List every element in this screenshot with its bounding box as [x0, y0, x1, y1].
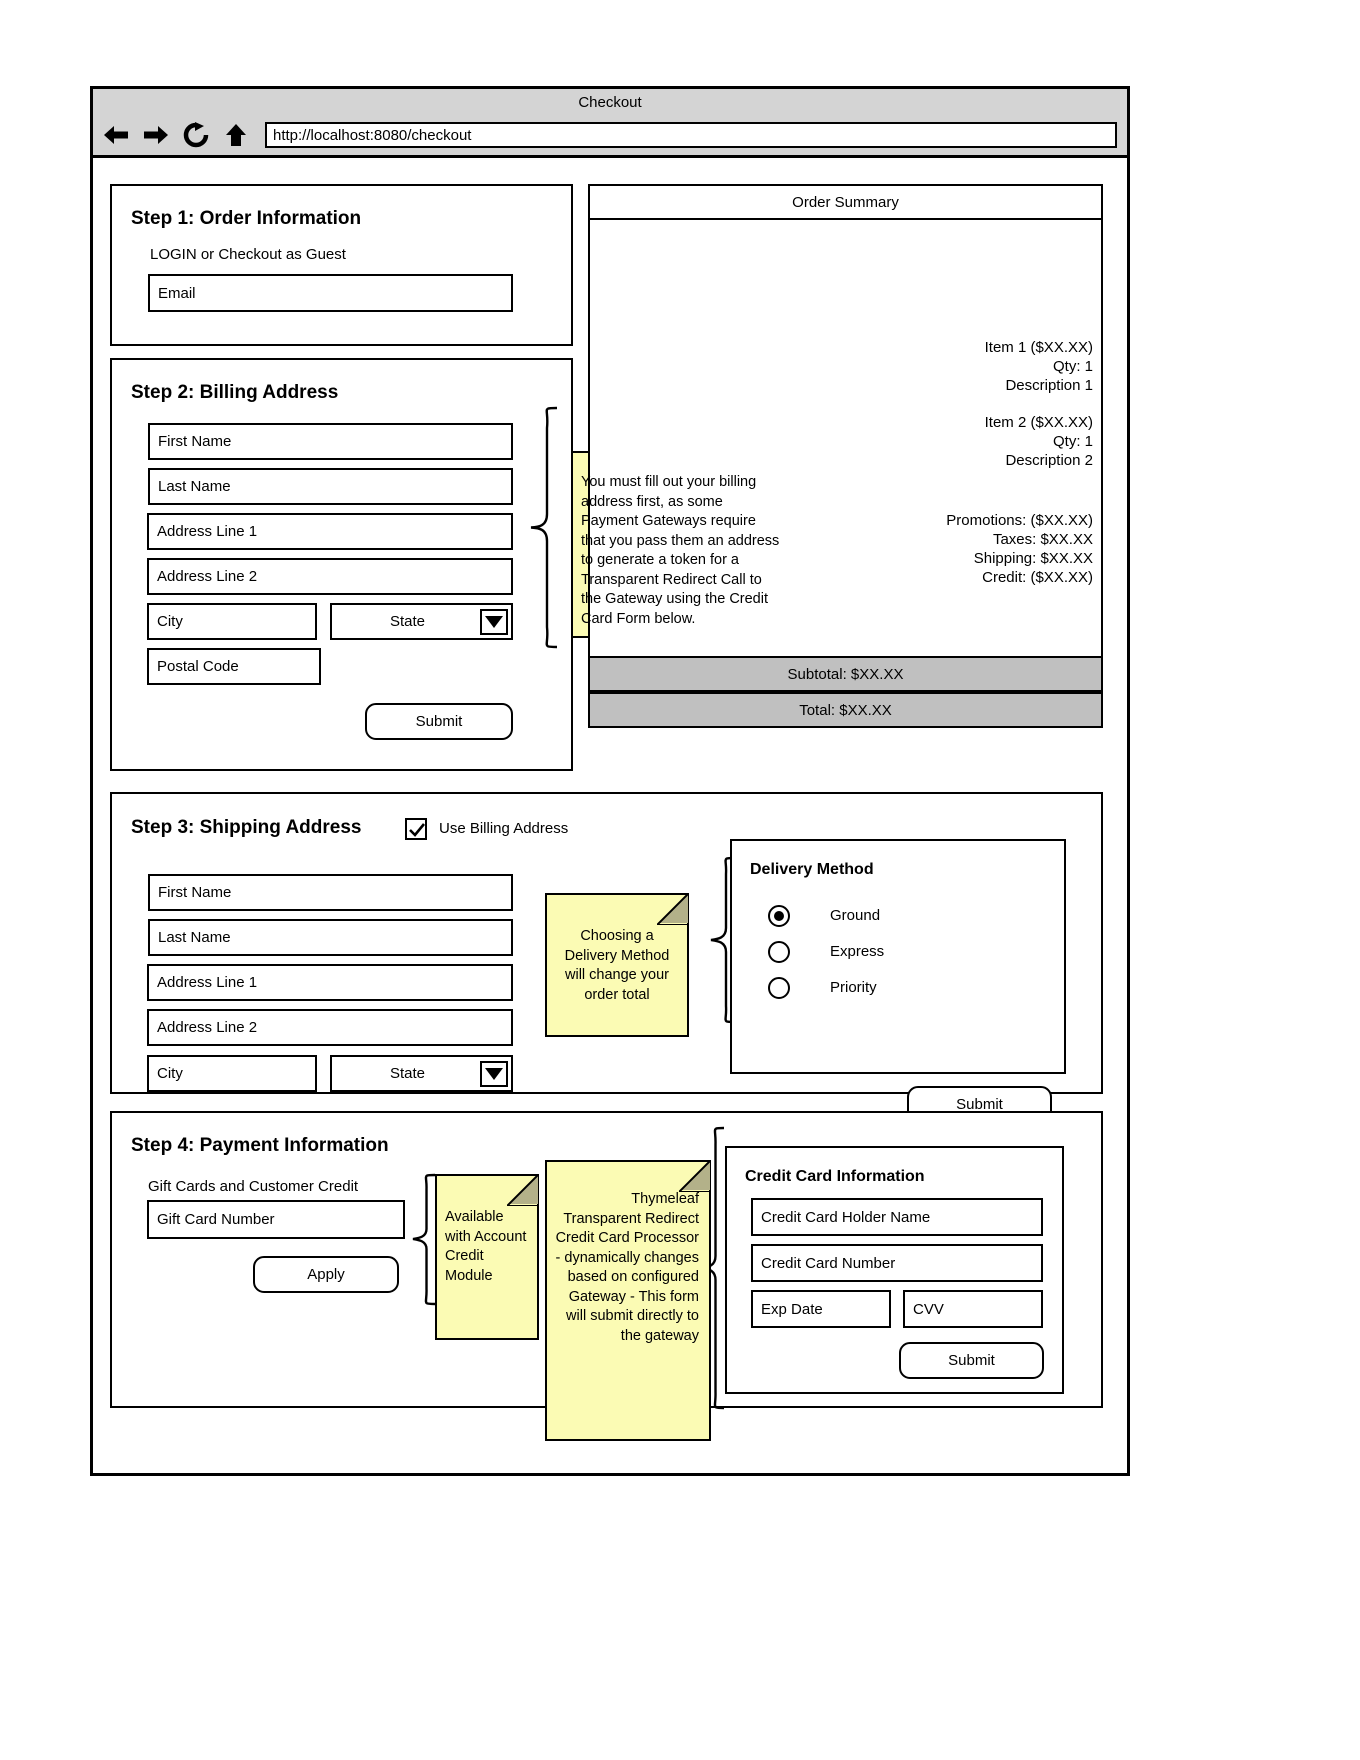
shipping-address2-input[interactable]: Address Line 2 — [147, 1009, 513, 1046]
use-billing-address-checkbox[interactable] — [405, 818, 427, 840]
item-description: Description 1 — [1005, 377, 1093, 394]
delivery-option-ground-label: Ground — [830, 907, 881, 924]
step1-title: Step 1: Order Information — [131, 208, 362, 229]
delivery-method-box: Delivery Method Ground Express Priority — [730, 839, 1066, 1074]
billing-submit-button[interactable]: Submit — [365, 703, 513, 740]
account-credit-note: Available with Account Credit Module — [435, 1174, 539, 1340]
billing-fields-brace — [530, 406, 558, 649]
shipping-state-select[interactable]: State — [330, 1055, 513, 1092]
gift-card-apply-button[interactable]: Apply — [253, 1256, 399, 1293]
adjustment-promotions: Promotions: ($XX.XX) — [946, 512, 1093, 529]
url-input[interactable]: http://localhost:8080/checkout — [265, 122, 1117, 148]
reload-icon[interactable] — [181, 120, 211, 150]
gift-card-heading: Gift Cards and Customer Credit — [148, 1178, 359, 1195]
billing-first-name-input[interactable]: First Name — [148, 423, 513, 460]
window-title: Checkout — [578, 93, 642, 111]
credit-card-title: Credit Card Information — [745, 1168, 925, 1185]
delivery-option-ground-radio[interactable] — [768, 905, 790, 927]
adjustment-taxes: Taxes: $XX.XX — [992, 531, 1093, 548]
use-billing-address-label: Use Billing Address — [439, 820, 569, 837]
billing-last-name-input[interactable]: Last Name — [148, 468, 513, 505]
back-arrow-icon[interactable] — [101, 120, 131, 150]
step4-title: Step 4: Payment Information — [131, 1135, 389, 1156]
shipping-state-label: State — [389, 1065, 426, 1082]
note-fold-corner — [681, 1160, 711, 1190]
credit-card-number-input[interactable]: Credit Card Number — [751, 1244, 1043, 1282]
delivery-note-text: Choosing a Delivery Method will change y… — [564, 928, 670, 1003]
browser-window: Checkout http://localhost:8080/checkout … — [90, 86, 1130, 1476]
shipping-address1-input[interactable]: Address Line 1 — [147, 964, 513, 1001]
chevron-down-icon[interactable] — [480, 608, 508, 635]
billing-note: You must fill out your billing address f… — [571, 451, 793, 638]
account-credit-note-text: Available with Account Credit Module — [445, 1209, 527, 1284]
note-fold-corner — [659, 893, 689, 923]
item-name: Item 1 ($XX.XX) — [984, 339, 1093, 356]
order-summary-header: Order Summary — [590, 186, 1101, 220]
url-text: http://localhost:8080/checkout — [273, 126, 472, 144]
billing-address2-input[interactable]: Address Line 2 — [147, 558, 513, 595]
step3-title: Step 3: Shipping Address — [131, 817, 362, 838]
item-qty: Qty: 1 — [1052, 433, 1093, 450]
credit-card-box: Credit Card Information Credit Card Hold… — [725, 1146, 1064, 1394]
page-content: Step 1: Order Information LOGIN or Check… — [93, 158, 1127, 1473]
order-item: Item 1 ($XX.XX) Qty: 1 Description 1 — [985, 338, 1093, 395]
note-fold-corner — [509, 1174, 539, 1204]
billing-address1-input[interactable]: Address Line 1 — [147, 513, 513, 550]
browser-navbar: http://localhost:8080/checkout — [93, 115, 1127, 158]
billing-note-text: You must fill out your billing address f… — [581, 474, 780, 627]
step2-title: Step 2: Billing Address — [131, 382, 339, 403]
shipping-first-name-input[interactable]: First Name — [148, 874, 513, 911]
delivery-note: Choosing a Delivery Method will change y… — [545, 893, 689, 1037]
order-summary-panel: Order Summary Item 1 ($XX.XX) Qty: 1 Des… — [588, 184, 1103, 728]
item-name: Item 2 ($XX.XX) — [984, 414, 1093, 431]
delivery-option-priority-radio[interactable] — [768, 977, 790, 999]
credit-card-holder-name-input[interactable]: Credit Card Holder Name — [751, 1198, 1043, 1236]
delivery-method-title: Delivery Method — [750, 861, 874, 878]
credit-card-exp-date-input[interactable]: Exp Date — [751, 1290, 891, 1328]
billing-postal-code-input[interactable]: Postal Code — [147, 648, 321, 685]
order-total-bar: Total: $XX.XX — [588, 692, 1103, 728]
delivery-option-express-radio[interactable] — [768, 941, 790, 963]
chevron-down-icon[interactable] — [480, 1060, 508, 1087]
billing-city-input[interactable]: City — [147, 603, 317, 640]
credit-card-cvv-input[interactable]: CVV — [903, 1290, 1043, 1328]
order-summary-items: Item 1 ($XX.XX) Qty: 1 Description 1 Ite… — [985, 338, 1093, 488]
billing-state-select[interactable]: State — [330, 603, 513, 640]
step1-panel: Step 1: Order Information LOGIN or Check… — [110, 184, 573, 346]
screenshot-root: Checkout http://localhost:8080/checkout … — [0, 0, 1360, 1760]
item-description: Description 2 — [1005, 452, 1093, 469]
forward-arrow-icon[interactable] — [141, 120, 171, 150]
adjustment-shipping: Shipping: $XX.XX — [973, 550, 1093, 567]
step2-panel: Step 2: Billing Address First Name Last … — [110, 358, 573, 771]
home-icon[interactable] — [221, 120, 251, 150]
browser-titlebar: Checkout — [93, 89, 1127, 115]
shipping-last-name-input[interactable]: Last Name — [148, 919, 513, 956]
gift-card-number-input[interactable]: Gift Card Number — [147, 1200, 405, 1239]
shipping-city-input[interactable]: City — [147, 1055, 317, 1092]
order-item: Item 2 ($XX.XX) Qty: 1 Description 2 — [985, 413, 1093, 470]
delivery-option-priority-label: Priority — [830, 979, 877, 996]
order-subtotal-bar: Subtotal: $XX.XX — [588, 656, 1103, 692]
adjustment-credit: Credit: ($XX.XX) — [982, 569, 1093, 586]
credit-card-submit-button[interactable]: Submit — [899, 1342, 1044, 1379]
order-summary-adjustments: Promotions: ($XX.XX) Taxes: $XX.XX Shipp… — [946, 511, 1093, 587]
item-qty: Qty: 1 — [1052, 358, 1093, 375]
step1-subtitle: LOGIN or Checkout as Guest — [150, 246, 346, 263]
thymeleaf-processor-note-text: Thymeleaf Transparent Redirect Credit Ca… — [555, 1191, 699, 1344]
email-input[interactable]: Email — [148, 274, 513, 312]
thymeleaf-processor-note: Thymeleaf Transparent Redirect Credit Ca… — [545, 1160, 711, 1441]
delivery-option-express-label: Express — [830, 943, 885, 960]
billing-state-label: State — [389, 613, 426, 630]
